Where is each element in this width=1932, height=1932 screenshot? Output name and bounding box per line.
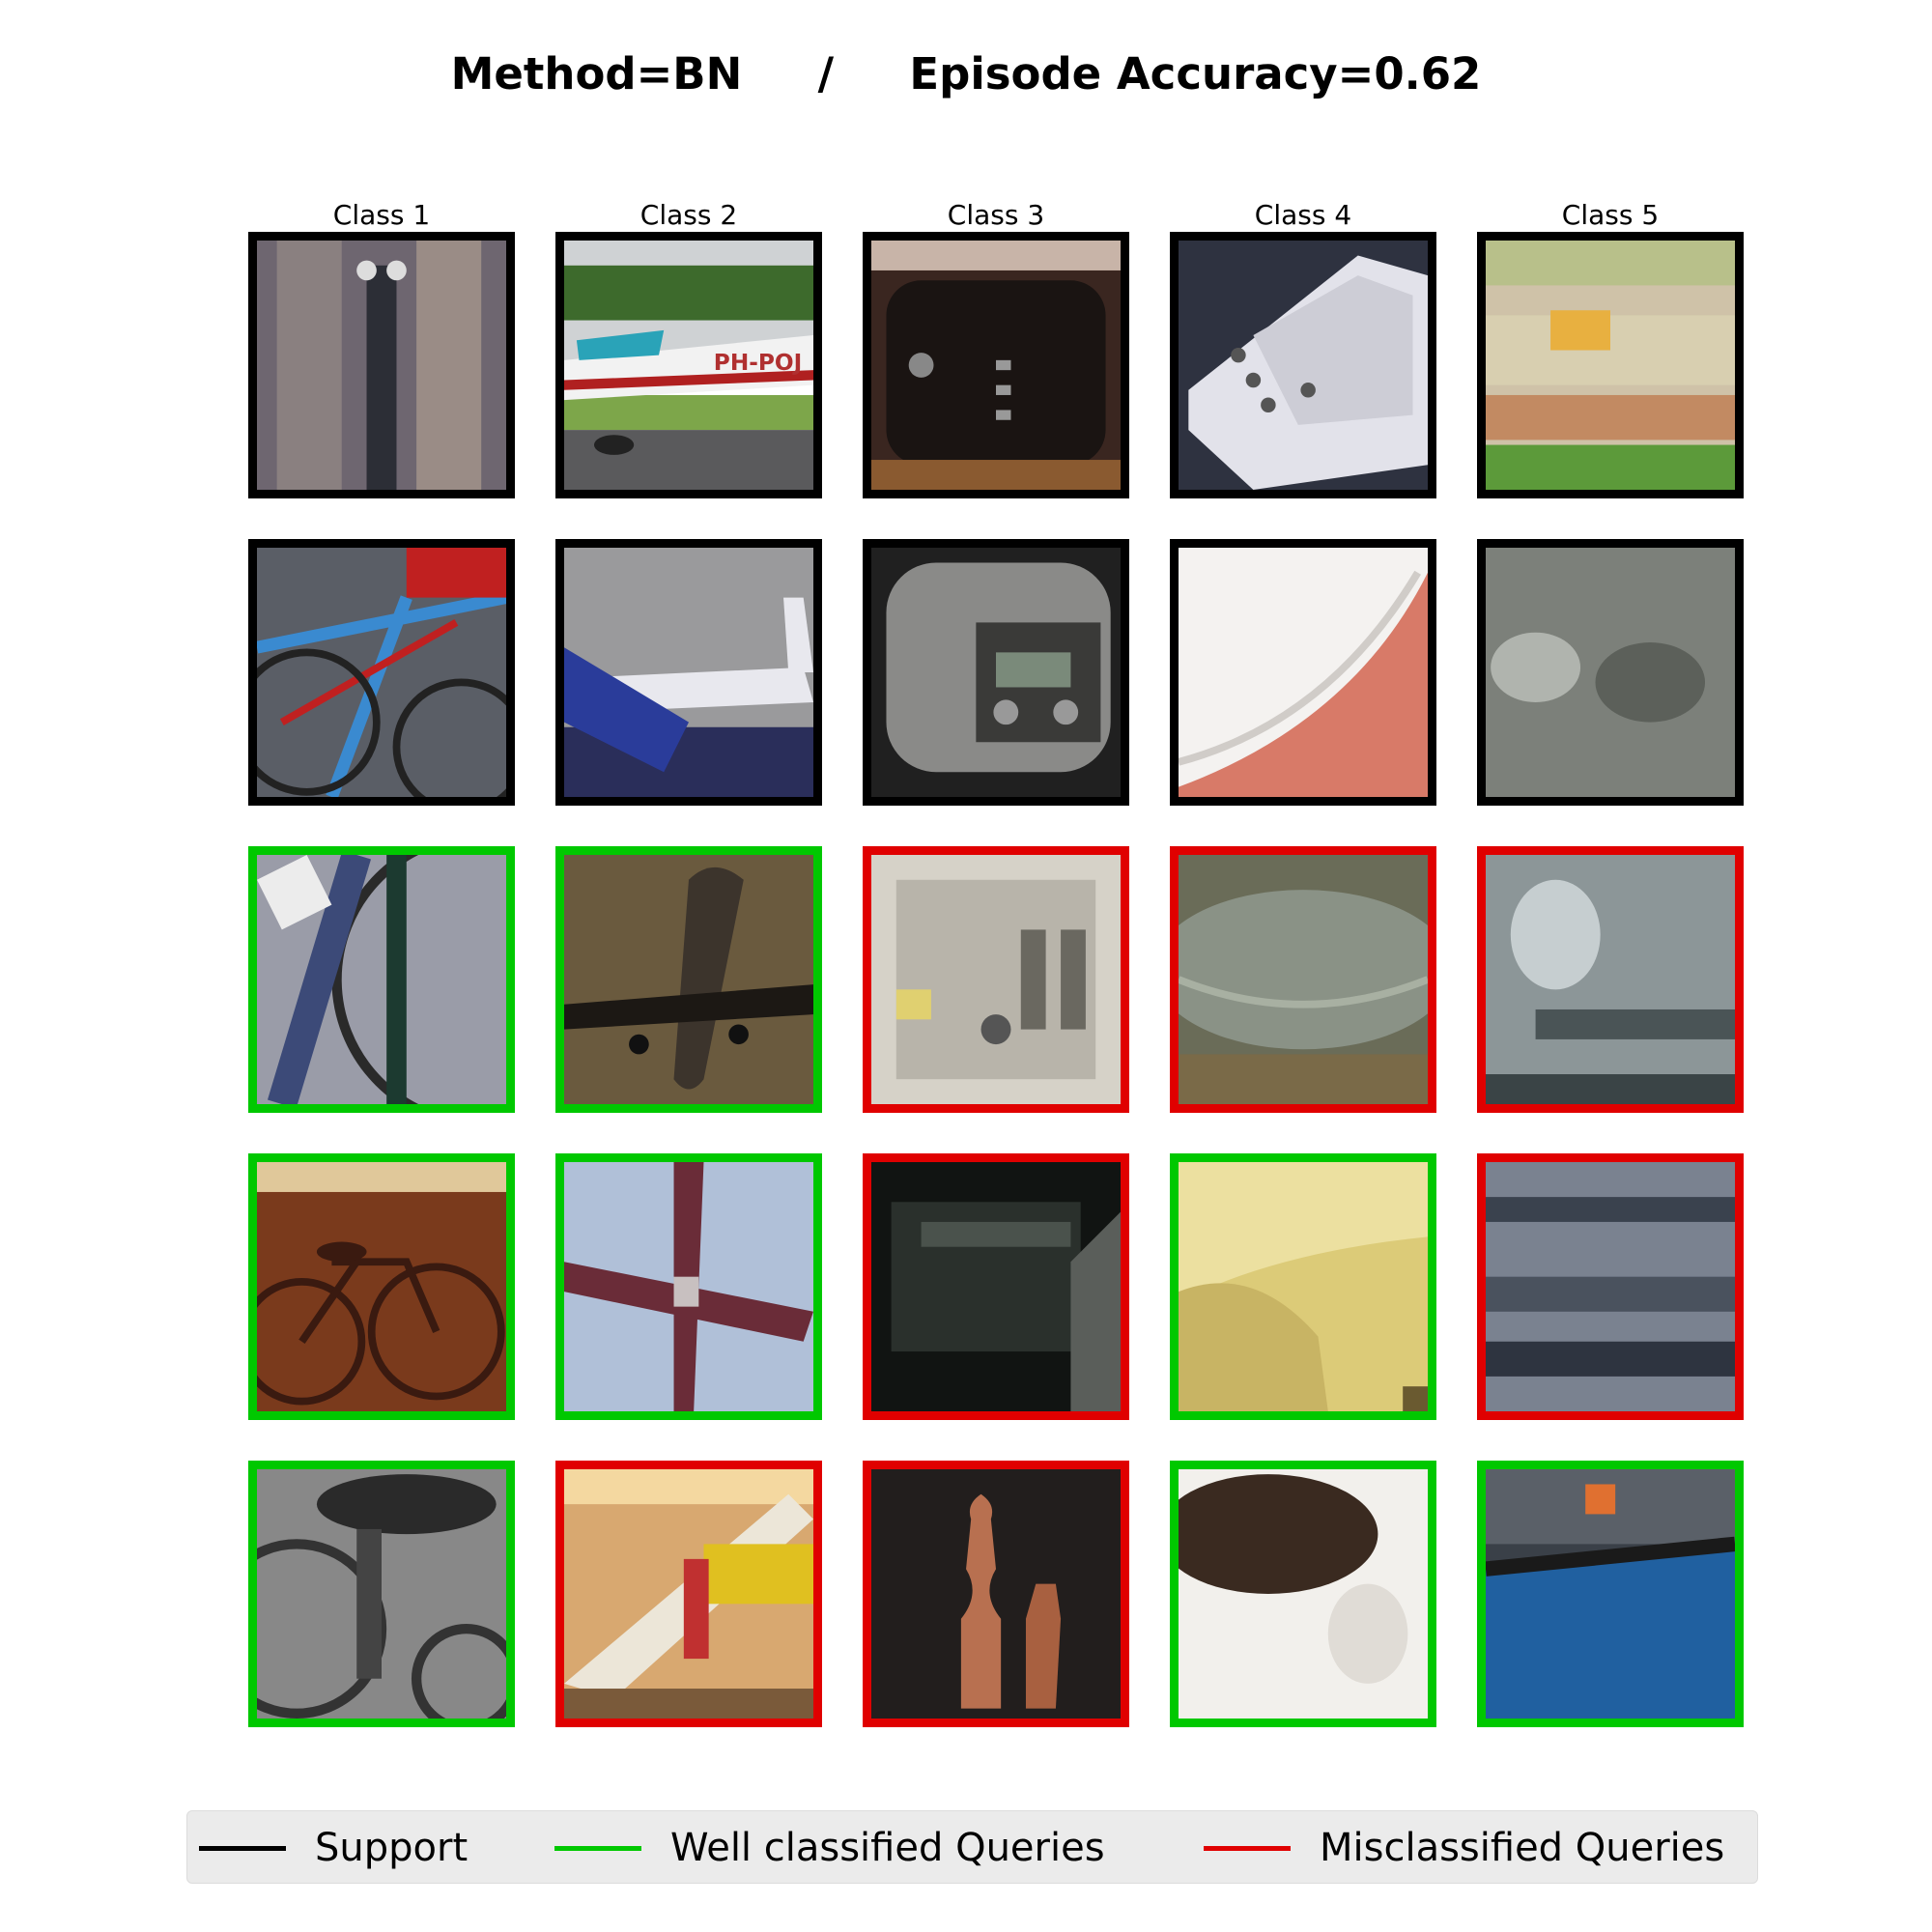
thumbnail <box>1179 241 1428 490</box>
correct-query-image <box>248 846 515 1113</box>
thumbnail <box>871 241 1121 490</box>
correct-query-image <box>248 1153 515 1420</box>
thumbnail <box>1179 1469 1428 1719</box>
misclassified-query-image <box>1170 846 1436 1113</box>
class-label-5: Class 5 <box>1561 199 1660 231</box>
legend-label-support: Support <box>315 1826 469 1870</box>
class-label-2: Class 2 <box>639 199 738 231</box>
legend-label-correct: Well classified Queries <box>670 1826 1105 1870</box>
svg-text:PH-POJ: PH-POJ <box>714 350 802 376</box>
title-separator: / <box>817 48 835 99</box>
thumbnail <box>564 548 813 797</box>
thumbnail <box>257 548 506 797</box>
support-image <box>248 232 515 498</box>
misclassified-query-image <box>1477 1153 1744 1420</box>
support-image <box>863 232 1129 498</box>
support-image <box>1477 232 1744 498</box>
correct-query-image <box>555 1153 822 1420</box>
support-image <box>1170 232 1436 498</box>
thumbnail <box>871 548 1121 797</box>
thumbnail <box>1486 548 1735 797</box>
support-image: PH-POJ <box>555 232 822 498</box>
misclassified-query-image <box>1477 846 1744 1113</box>
thumbnail <box>871 1469 1121 1719</box>
correct-query-image <box>1477 1461 1744 1727</box>
legend-line-correct <box>554 1845 641 1851</box>
legend: Support Well classified Queries Misclass… <box>186 1810 1758 1884</box>
legend-item-support: Support <box>199 1811 468 1885</box>
thumbnail <box>257 241 506 490</box>
legend-line-incorrect <box>1204 1845 1291 1851</box>
correct-query-image <box>555 846 822 1113</box>
support-image <box>863 539 1129 806</box>
correct-query-image <box>1170 1153 1436 1420</box>
class-label-1: Class 1 <box>332 199 431 231</box>
thumbnail <box>257 1162 506 1411</box>
thumbnail: PH-POJ <box>564 241 813 490</box>
class-label-4: Class 4 <box>1254 199 1352 231</box>
correct-query-image <box>248 1461 515 1727</box>
legend-item-correct: Well classified Queries <box>554 1811 1105 1885</box>
support-image <box>248 539 515 806</box>
legend-label-incorrect: Misclassified Queries <box>1320 1826 1725 1870</box>
legend-line-support <box>199 1845 286 1851</box>
thumbnail <box>871 855 1121 1104</box>
thumbnail <box>1179 1162 1428 1411</box>
misclassified-query-image <box>863 1153 1129 1420</box>
misclassified-query-image <box>555 1461 822 1727</box>
support-image <box>1170 539 1436 806</box>
figure-title: Method=BN / Episode Accuracy=0.62 <box>0 48 1932 99</box>
misclassified-query-image <box>863 846 1129 1113</box>
thumbnail <box>257 1469 506 1719</box>
thumbnail <box>1486 241 1735 490</box>
thumbnail <box>564 1469 813 1719</box>
thumbnail <box>1179 855 1428 1104</box>
thumbnail <box>1179 548 1428 797</box>
title-accuracy: Episode Accuracy=0.62 <box>909 48 1482 99</box>
thumbnail <box>564 1162 813 1411</box>
thumbnail <box>564 855 813 1104</box>
thumbnail <box>871 1162 1121 1411</box>
legend-item-incorrect: Misclassified Queries <box>1204 1811 1724 1885</box>
thumbnail <box>1486 855 1735 1104</box>
class-label-3: Class 3 <box>947 199 1045 231</box>
title-method: Method=BN <box>450 48 743 99</box>
support-image <box>555 539 822 806</box>
thumbnail <box>257 855 506 1104</box>
support-image <box>1477 539 1744 806</box>
thumbnail <box>1486 1469 1735 1719</box>
misclassified-query-image <box>863 1461 1129 1727</box>
thumbnail <box>1486 1162 1735 1411</box>
correct-query-image <box>1170 1461 1436 1727</box>
